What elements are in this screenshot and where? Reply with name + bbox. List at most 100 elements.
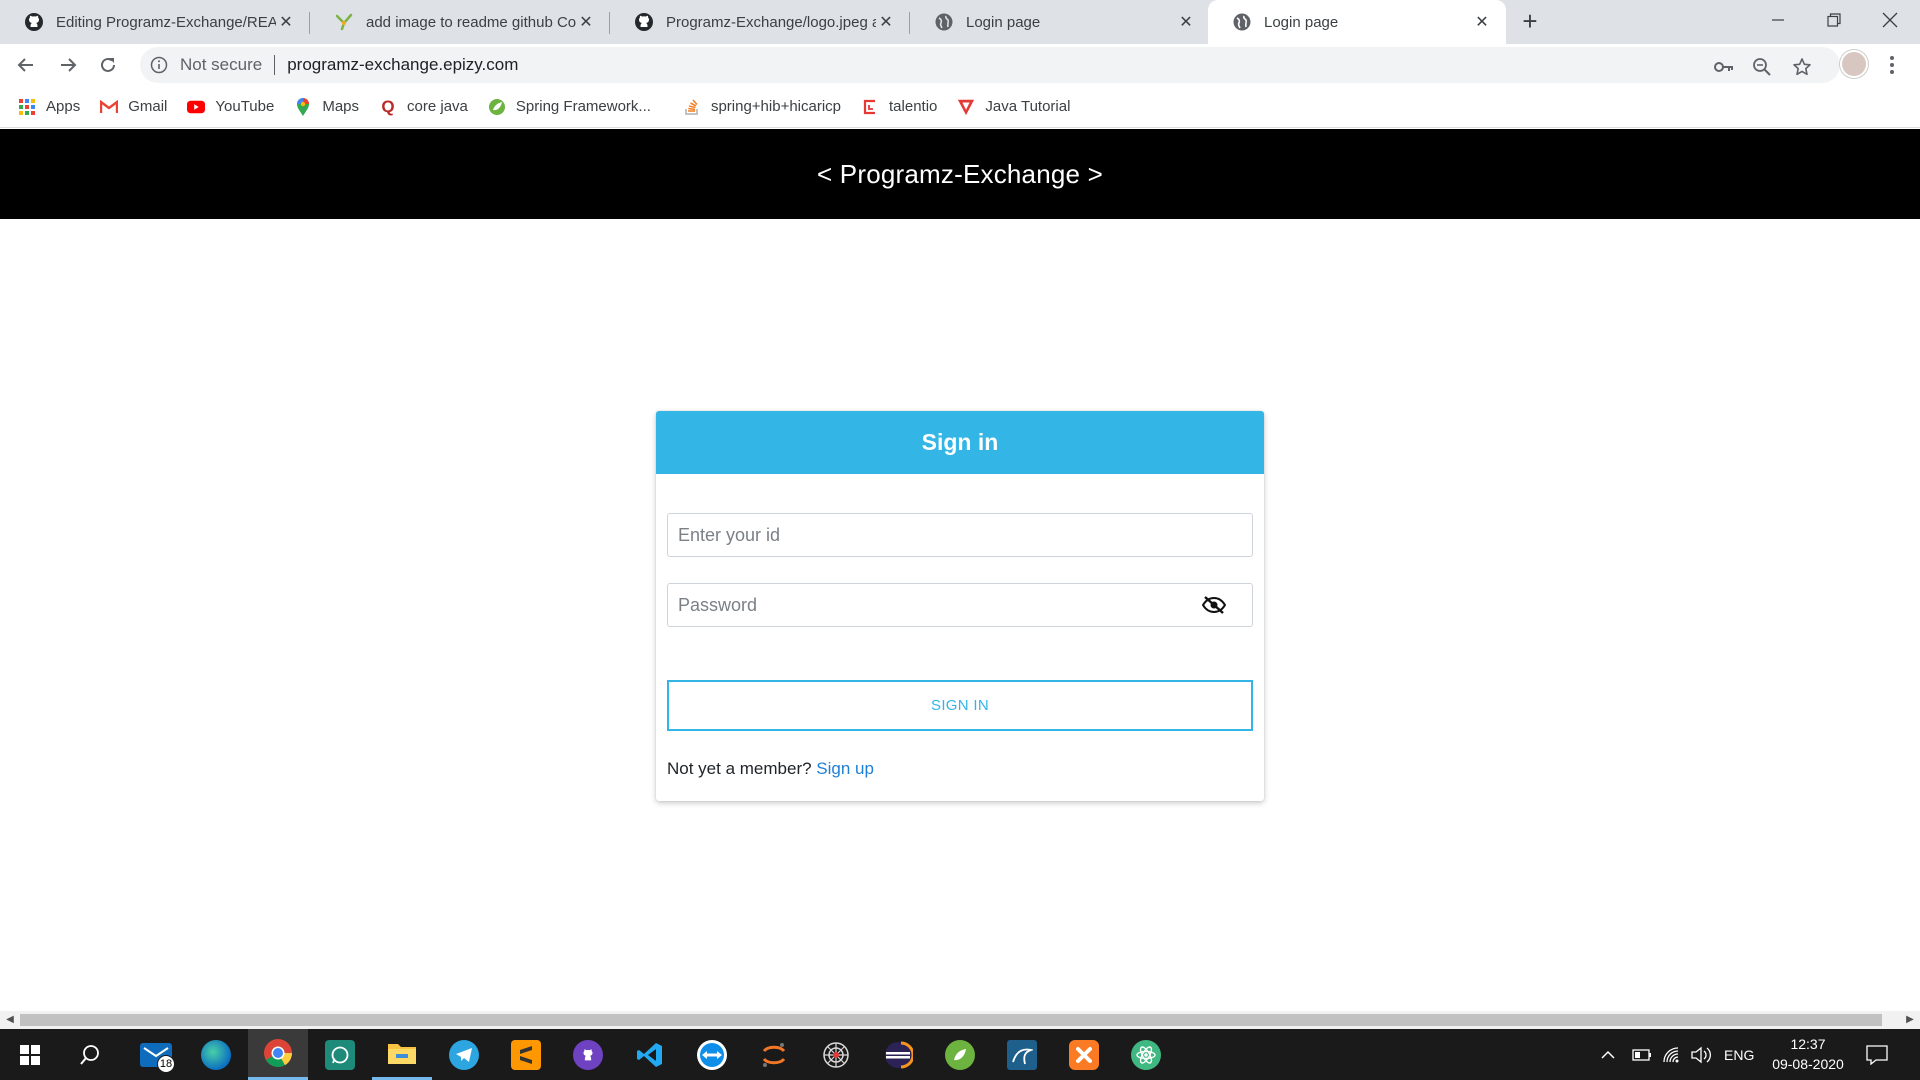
close-tab-icon[interactable]: ✕ xyxy=(876,12,896,32)
password-input[interactable] xyxy=(668,584,1252,626)
url-text[interactable]: programz-exchange.epizy.com xyxy=(287,55,518,75)
reload-button[interactable] xyxy=(92,49,124,81)
taskbar-atom[interactable] xyxy=(1116,1029,1176,1080)
security-status-label[interactable]: Not secure xyxy=(180,55,262,75)
taskbar-github-desktop[interactable] xyxy=(558,1029,618,1080)
taskbar-jupyter[interactable] xyxy=(744,1029,804,1080)
jupyter-icon xyxy=(762,1042,786,1067)
user-id-field[interactable] xyxy=(667,513,1253,557)
chevron-up-icon xyxy=(1601,1050,1615,1059)
taskbar-eclipse[interactable] xyxy=(868,1029,928,1080)
bookmark-gmail[interactable]: Gmail xyxy=(100,93,167,121)
github-icon xyxy=(634,12,654,32)
input-language-indicator[interactable]: ENG xyxy=(1724,1029,1754,1080)
minimize-window-button[interactable] xyxy=(1750,0,1806,40)
close-tab-icon[interactable]: ✕ xyxy=(1176,12,1196,32)
action-center-button[interactable] xyxy=(1866,1029,1888,1080)
bookmark-label: Spring Framework... xyxy=(515,98,651,115)
grepper-icon xyxy=(334,12,354,32)
volume-icon[interactable] xyxy=(1690,1029,1712,1080)
login-card-header: Sign in xyxy=(656,411,1264,474)
minimize-icon xyxy=(1772,19,1784,21)
tab-login-page-active[interactable]: Login page ✕ xyxy=(1208,0,1506,44)
password-key-icon[interactable] xyxy=(1712,55,1736,79)
taskbar-search-button[interactable] xyxy=(60,1029,120,1080)
whatsapp-icon xyxy=(325,1039,355,1070)
telegram-icon xyxy=(449,1039,479,1070)
hide-password-eye-icon[interactable] xyxy=(1201,595,1227,615)
scrollbar-thumb[interactable] xyxy=(20,1014,1882,1026)
tab-login-page[interactable]: Login page ✕ xyxy=(910,0,1210,44)
folder-icon xyxy=(388,1044,416,1064)
taskbar-mysql-workbench[interactable] xyxy=(992,1029,1052,1080)
bookmark-label: YouTube xyxy=(215,98,275,115)
sign-in-button[interactable]: SIGN IN xyxy=(667,680,1253,731)
zoom-icon[interactable] xyxy=(1750,55,1774,79)
close-tab-icon[interactable]: ✕ xyxy=(1472,12,1492,32)
close-window-button[interactable] xyxy=(1862,0,1918,40)
bookmark-core-java[interactable]: Q core java xyxy=(379,93,468,121)
bookmark-star-icon[interactable] xyxy=(1790,55,1814,79)
javatpoint-icon xyxy=(957,98,975,116)
show-hidden-icons-button[interactable] xyxy=(1600,1029,1616,1080)
bookmark-label: Gmail xyxy=(128,98,168,115)
wifi-icon[interactable] xyxy=(1662,1029,1682,1080)
bookmark-spring-hib-hicaricp[interactable]: spring+hib+hicaricp xyxy=(683,93,841,121)
bookmark-maps[interactable]: Maps xyxy=(294,93,359,121)
gmail-icon xyxy=(100,98,119,116)
back-arrow-icon xyxy=(17,58,33,72)
taskbar-sublime-text[interactable] xyxy=(496,1029,556,1080)
bookmark-label: spring+hib+hicaricp xyxy=(710,98,842,115)
clock-date: 09-08-2020 xyxy=(1772,1056,1844,1072)
taskbar-xampp[interactable] xyxy=(1054,1029,1114,1080)
tab-add-image-readme[interactable]: add image to readme github Coc ✕ xyxy=(310,0,610,44)
apps-grid-icon xyxy=(18,98,36,116)
bookmark-label: core java xyxy=(407,98,468,115)
close-tab-icon[interactable]: ✕ xyxy=(576,12,596,32)
browser-toolbar: Not secure programz-exchange.epizy.com xyxy=(0,44,1920,86)
close-tab-icon[interactable]: ✕ xyxy=(276,12,296,32)
system-clock[interactable]: 12:37 09-08-2020 xyxy=(1760,1034,1856,1074)
sign-up-link[interactable]: Sign up xyxy=(816,759,874,778)
user-id-input[interactable] xyxy=(668,514,1252,556)
taskbar-mail[interactable]: 18 xyxy=(126,1029,186,1080)
taskbar-chrome[interactable] xyxy=(248,1029,308,1080)
omnibox[interactable]: Not secure programz-exchange.epizy.com xyxy=(140,47,1840,83)
horizontal-scrollbar[interactable]: ◀ ▶ xyxy=(0,1011,1920,1029)
browser-menu-icon[interactable] xyxy=(1882,52,1902,78)
sublime-text-icon xyxy=(511,1039,541,1070)
taskbar-vscode[interactable] xyxy=(620,1029,680,1080)
bookmark-talentio[interactable]: talentio xyxy=(861,93,937,121)
bookmark-java-tutorial[interactable]: Java Tutorial xyxy=(957,93,1070,121)
info-icon[interactable] xyxy=(150,56,168,74)
start-button[interactable] xyxy=(0,1029,60,1080)
taskbar-whatsapp[interactable] xyxy=(310,1029,370,1080)
new-tab-button[interactable]: + xyxy=(1516,8,1544,36)
bookmark-youtube[interactable]: YouTube xyxy=(187,93,274,121)
tab-logo-jpeg[interactable]: Programz-Exchange/logo.jpeg at ✕ xyxy=(610,0,910,44)
bookmark-spring-framework[interactable]: Spring Framework... xyxy=(488,93,651,121)
taskbar-edge[interactable] xyxy=(186,1029,246,1080)
bookmark-label: Maps xyxy=(322,98,360,115)
taskbar-spring-tools[interactable] xyxy=(930,1029,990,1080)
taskbar-file-explorer[interactable] xyxy=(372,1029,432,1080)
battery-icon[interactable] xyxy=(1632,1029,1652,1080)
profile-avatar[interactable] xyxy=(1840,50,1868,78)
password-field[interactable] xyxy=(667,583,1253,627)
reload-icon xyxy=(101,57,115,72)
tab-editing-readme[interactable]: Editing Programz-Exchange/READ ✕ xyxy=(0,0,310,44)
quora-icon: Q xyxy=(381,96,395,116)
restore-window-button[interactable] xyxy=(1806,0,1862,40)
tab-title: Login page xyxy=(1264,13,1339,31)
maps-icon xyxy=(294,97,312,116)
bookmark-apps[interactable]: Apps xyxy=(18,93,80,121)
taskbar-spider-app[interactable] xyxy=(806,1029,866,1080)
scroll-right-arrow-icon[interactable]: ▶ xyxy=(1904,1014,1916,1026)
teamviewer-icon xyxy=(697,1039,727,1070)
back-button[interactable] xyxy=(10,49,42,81)
spring-tools-icon xyxy=(945,1039,975,1070)
taskbar-teamviewer[interactable] xyxy=(682,1029,742,1080)
scroll-left-arrow-icon[interactable]: ◀ xyxy=(4,1014,16,1026)
forward-button[interactable] xyxy=(52,49,84,81)
taskbar-telegram[interactable] xyxy=(434,1029,494,1080)
